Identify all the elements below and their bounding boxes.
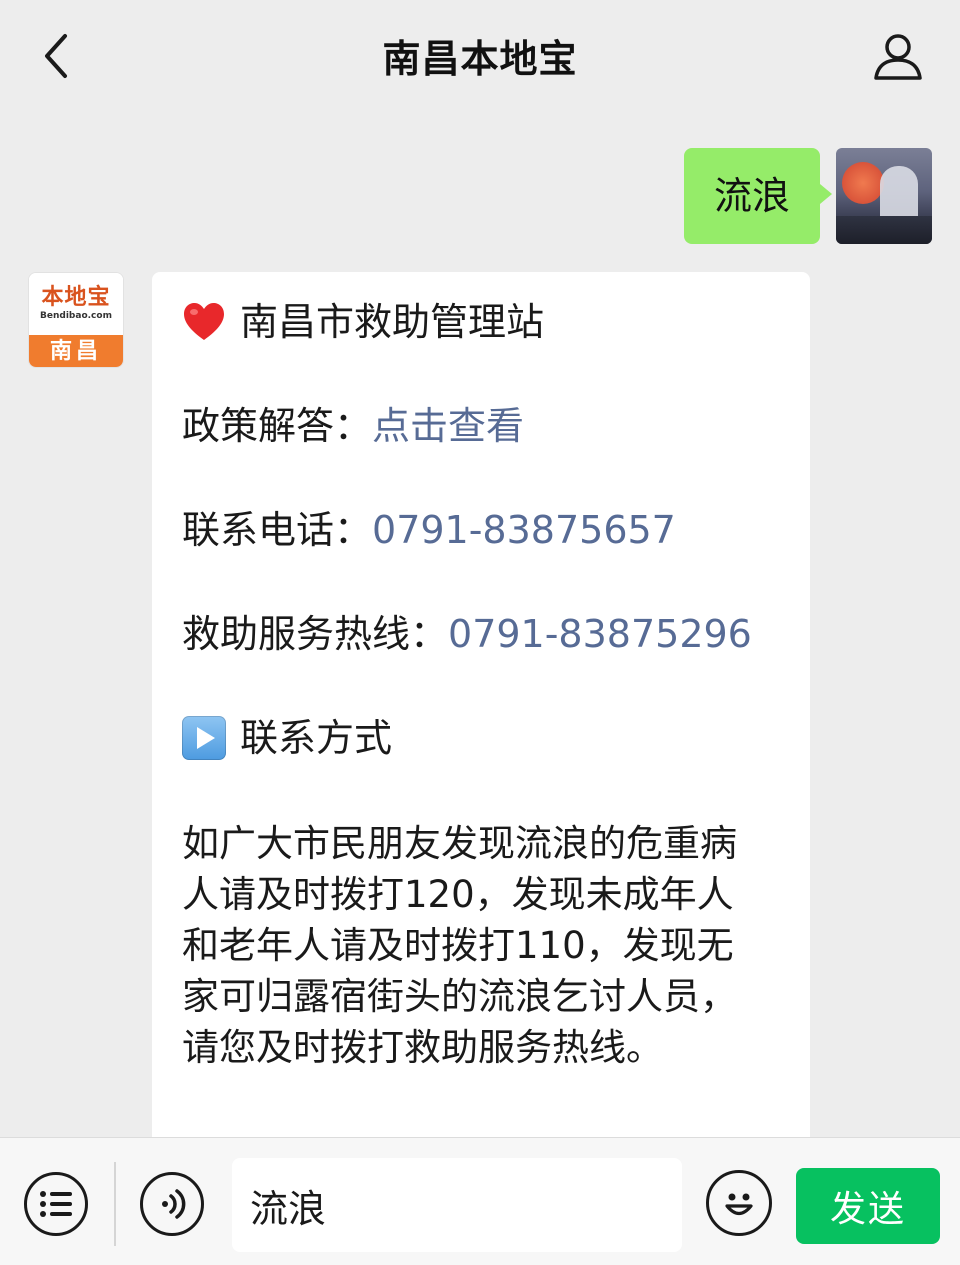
user-profile-icon — [874, 34, 922, 80]
phone-link[interactable]: 0791-83875657 — [372, 508, 676, 552]
outgoing-message-text: 流浪 — [713, 174, 790, 218]
bot-avatar-logo-sub: Bendibao.com — [40, 311, 112, 321]
play-button-icon — [182, 716, 226, 760]
phone-line: 联系电话： 0791-83875657 — [182, 508, 780, 552]
bot-avatar[interactable]: 本地宝 Bendibao.com 南昌 — [28, 272, 124, 368]
menu-list-icon — [40, 1191, 72, 1217]
chat-window: 南昌本地宝 流浪 本地宝 Bendibao.com 南昌 南昌市救助管理站 政策… — [0, 0, 960, 1265]
send-button[interactable]: 发送 — [796, 1168, 940, 1244]
hotline-line: 救助服务热线： 0791-83875296 — [182, 612, 780, 656]
phone-label: 联系电话： — [182, 508, 373, 552]
avatar-sun-graphic — [842, 162, 884, 204]
hotline-link[interactable]: 0791-83875296 — [448, 612, 752, 656]
voice-button[interactable] — [140, 1172, 204, 1236]
outgoing-message-row: 流浪 — [683, 148, 932, 244]
contact-heading-line: 联系方式 — [182, 716, 780, 760]
contact-heading: 联系方式 — [240, 716, 393, 760]
policy-link[interactable]: 点击查看 — [372, 404, 524, 448]
station-title-line: 南昌市救助管理站 — [182, 300, 780, 344]
message-input[interactable]: 流浪 — [232, 1158, 682, 1252]
voice-icon — [162, 1189, 186, 1219]
input-bar-divider — [114, 1162, 116, 1246]
menu-button[interactable] — [24, 1172, 88, 1236]
policy-label: 政策解答： — [182, 404, 373, 448]
red-heart-icon — [184, 303, 224, 340]
emoji-button[interactable] — [706, 1170, 772, 1236]
incoming-message-bubble[interactable]: 南昌市救助管理站 政策解答： 点击查看 联系电话： 0791-83875657 … — [152, 272, 810, 1172]
avatar-sea-graphic — [836, 216, 932, 244]
outgoing-message-bubble[interactable]: 流浪 — [683, 148, 833, 244]
input-bar: 流浪 发送 — [0, 1137, 960, 1265]
hotline-label: 救助服务热线： — [182, 612, 449, 656]
bot-avatar-logo-text: 本地宝 — [41, 285, 111, 310]
bot-avatar-city: 南昌 — [29, 335, 123, 367]
page-title: 南昌本地宝 — [382, 37, 578, 81]
bot-avatar-logo: 本地宝 Bendibao.com — [29, 273, 123, 335]
message-input-value: 流浪 — [250, 1186, 327, 1231]
profile-button[interactable] — [866, 24, 930, 88]
emoji-icon — [725, 1193, 753, 1216]
contact-paragraph: 如广大市民朋友发现流浪的危重病 人请及时拨打120，发现未成年人 和老年人请及时… — [182, 822, 737, 1069]
user-avatar[interactable] — [836, 148, 932, 244]
policy-line: 政策解答： 点击查看 — [182, 404, 780, 448]
station-title: 南昌市救助管理站 — [240, 300, 545, 344]
chat-header: 南昌本地宝 — [0, 0, 960, 112]
